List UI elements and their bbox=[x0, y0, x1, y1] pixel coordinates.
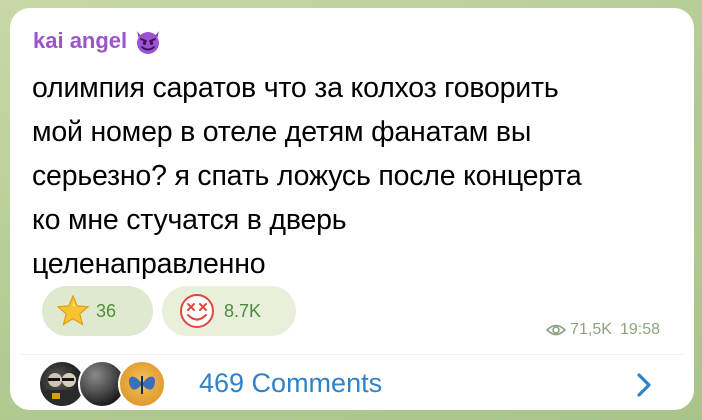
channel-post-bubble: kai angel олимпия саратов что за колхоз … bbox=[10, 8, 694, 410]
reaction-star-count: 36 bbox=[96, 300, 117, 321]
views-count: 71,5K bbox=[570, 321, 612, 338]
reaction-star-button[interactable]: 36 bbox=[42, 286, 153, 336]
avatar bbox=[118, 360, 166, 408]
comments-link[interactable]: 469 Comments bbox=[199, 368, 382, 399]
commenter-avatars[interactable] bbox=[38, 360, 168, 408]
comments-divider bbox=[20, 354, 684, 355]
author-name-row[interactable]: kai angel bbox=[33, 26, 163, 56]
message-text: олимпия саратов что за колхоз говорить м… bbox=[32, 72, 582, 280]
reaction-smiley-count: 8.7K bbox=[224, 300, 262, 321]
devil-emoji-icon bbox=[133, 26, 163, 56]
chevron-right-icon[interactable] bbox=[634, 372, 654, 398]
smiley-face-icon bbox=[178, 292, 216, 330]
reaction-smiley-button[interactable]: 8.7K bbox=[162, 286, 296, 336]
post-time: 19:58 bbox=[619, 321, 660, 338]
author-name[interactable]: kai angel bbox=[33, 28, 127, 54]
star-icon bbox=[56, 294, 90, 328]
eye-icon bbox=[546, 323, 567, 337]
post-meta: 71,5K 19:58 bbox=[546, 321, 660, 339]
